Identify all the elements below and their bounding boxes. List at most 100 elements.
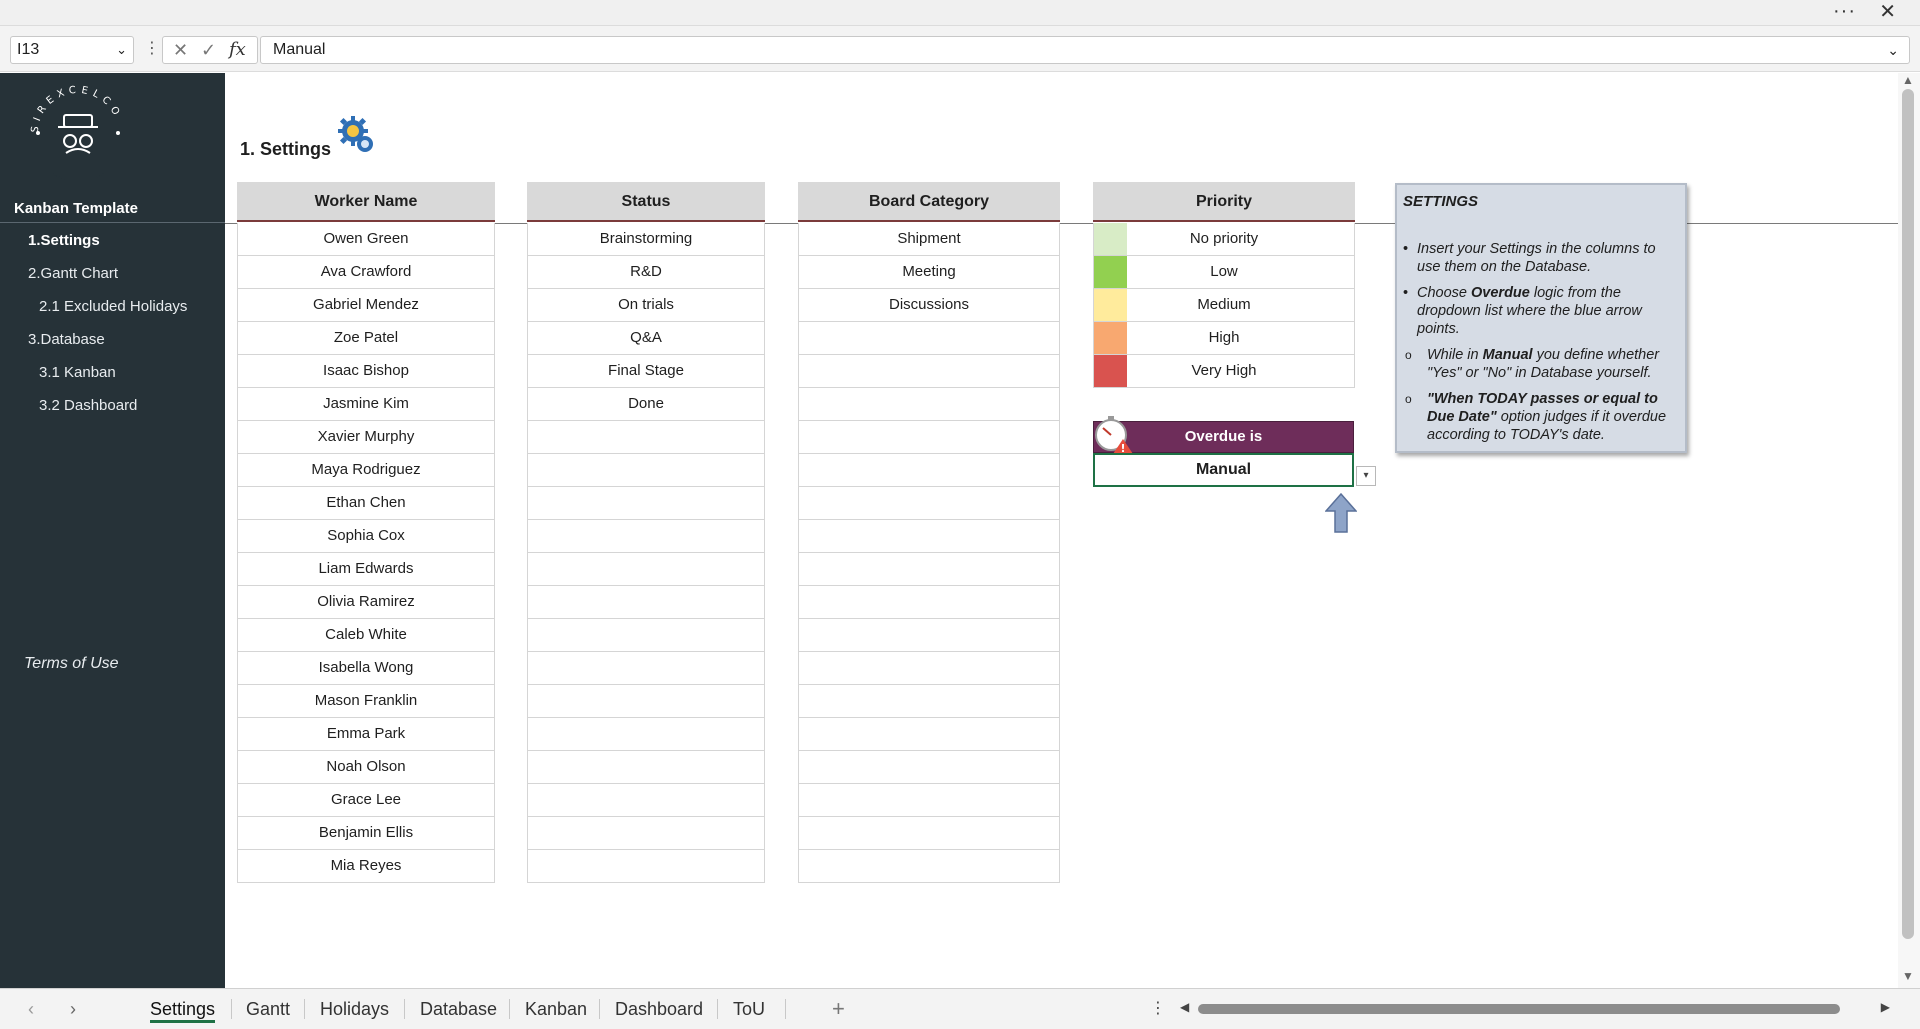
worker-name-cell[interactable]: Benjamin Ellis	[237, 817, 495, 850]
scroll-down-icon[interactable]: ▼	[1902, 969, 1914, 983]
worker-name-cell[interactable]: Mason Franklin	[237, 685, 495, 718]
board-category-header[interactable]: Board Category	[798, 182, 1060, 222]
scroll-left-icon[interactable]: ◀	[1180, 1000, 1189, 1014]
close-icon[interactable]: ✕	[1879, 0, 1896, 24]
status-cell[interactable]: Q&A	[527, 322, 765, 355]
board-category-cell[interactable]	[798, 421, 1060, 454]
chevron-down-icon[interactable]: ⌄	[116, 37, 127, 63]
previous-sheet-icon[interactable]: ‹	[28, 989, 34, 1029]
board-category-cell[interactable]	[798, 454, 1060, 487]
sheet-tab-kanban[interactable]: Kanban	[525, 989, 587, 1029]
sheet-tab-settings[interactable]: Settings	[150, 989, 216, 1029]
worker-name-cell[interactable]: Liam Edwards	[237, 553, 495, 586]
sheet-tab-holidays[interactable]: Holidays	[320, 989, 389, 1029]
overdue-selected-cell[interactable]: Manual	[1093, 453, 1354, 487]
board-category-cell[interactable]	[798, 322, 1060, 355]
horizontal-scrollbar[interactable]: ◀ ▶	[1180, 1000, 1890, 1017]
status-cell[interactable]: Brainstorming	[527, 223, 765, 256]
board-category-cell[interactable]	[798, 388, 1060, 421]
status-cell[interactable]	[527, 520, 765, 553]
worker-name-cell[interactable]: Isaac Bishop	[237, 355, 495, 388]
board-category-cell[interactable]	[798, 619, 1060, 652]
status-cell[interactable]	[527, 586, 765, 619]
worker-name-cell[interactable]: Gabriel Mendez	[237, 289, 495, 322]
board-category-cell[interactable]	[798, 718, 1060, 751]
priority-cell[interactable]: Low	[1093, 256, 1355, 289]
board-category-cell[interactable]	[798, 685, 1060, 718]
vertical-more-icon[interactable]: ⋮	[144, 36, 160, 64]
status-cell[interactable]	[527, 652, 765, 685]
board-category-cell[interactable]	[798, 553, 1060, 586]
worker-name-cell[interactable]: Isabella Wong	[237, 652, 495, 685]
worker-name-cell[interactable]: Ethan Chen	[237, 487, 495, 520]
status-cell[interactable]: On trials	[527, 289, 765, 322]
status-cell[interactable]: Final Stage	[527, 355, 765, 388]
worker-name-cell[interactable]: Olivia Ramirez	[237, 586, 495, 619]
status-header[interactable]: Status	[527, 182, 765, 222]
cancel-icon[interactable]: ✕	[173, 37, 188, 63]
dropdown-arrow-icon[interactable]: ▾	[1356, 466, 1376, 486]
status-cell[interactable]	[527, 553, 765, 586]
worker-name-cell[interactable]: Jasmine Kim	[237, 388, 495, 421]
vertical-scroll-thumb[interactable]	[1902, 89, 1914, 939]
worker-name-cell[interactable]: Maya Rodriguez	[237, 454, 495, 487]
worker-name-cell[interactable]: Sophia Cox	[237, 520, 495, 553]
worker-name-cell[interactable]: Caleb White	[237, 619, 495, 652]
worker-name-cell[interactable]: Ava Crawford	[237, 256, 495, 289]
vertical-scrollbar[interactable]: ▲ ▼	[1898, 73, 1920, 988]
sheet-tab-dashboard[interactable]: Dashboard	[615, 989, 703, 1029]
sidebar-item-excluded-holidays[interactable]: 2.1 Excluded Holidays	[39, 298, 187, 315]
next-sheet-icon[interactable]: ›	[70, 989, 76, 1029]
board-category-cell[interactable]	[798, 586, 1060, 619]
status-cell[interactable]	[527, 619, 765, 652]
board-category-cell[interactable]	[798, 652, 1060, 685]
sheet-tab-database[interactable]: Database	[420, 989, 497, 1029]
status-cell[interactable]: Done	[527, 388, 765, 421]
expand-formula-icon[interactable]: ⌄	[1887, 37, 1899, 63]
formula-input[interactable]: Manual ⌄	[260, 36, 1910, 64]
board-category-cell[interactable]	[798, 850, 1060, 883]
priority-cell[interactable]: No priority	[1093, 223, 1355, 256]
worker-name-cell[interactable]: Zoe Patel	[237, 322, 495, 355]
scroll-up-icon[interactable]: ▲	[1902, 73, 1914, 87]
sidebar-item-kanban[interactable]: 3.1 Kanban	[39, 364, 116, 381]
board-category-cell[interactable]	[798, 751, 1060, 784]
board-category-cell[interactable]	[798, 784, 1060, 817]
status-cell[interactable]	[527, 817, 765, 850]
board-category-cell[interactable]	[798, 355, 1060, 388]
enter-icon[interactable]: ✓	[201, 37, 216, 63]
status-cell[interactable]	[527, 421, 765, 454]
worker-name-cell[interactable]: Owen Green	[237, 223, 495, 256]
priority-cell[interactable]: High	[1093, 322, 1355, 355]
board-category-cell[interactable]	[798, 817, 1060, 850]
horizontal-scroll-thumb[interactable]	[1198, 1004, 1840, 1014]
sidebar-item-settings[interactable]: 1.Settings	[28, 232, 100, 249]
status-cell[interactable]	[527, 784, 765, 817]
sidebar-item-dashboard[interactable]: 3.2 Dashboard	[39, 397, 137, 414]
status-cell[interactable]	[527, 751, 765, 784]
worker-name-cell[interactable]: Xavier Murphy	[237, 421, 495, 454]
insert-function-icon[interactable]: fx	[229, 37, 246, 63]
status-cell[interactable]	[527, 487, 765, 520]
priority-header[interactable]: Priority	[1093, 182, 1355, 222]
worksheet[interactable]: 1. Settings Worker Name Owen Green Ava Cr…	[225, 73, 1898, 988]
board-category-cell[interactable]: Meeting	[798, 256, 1060, 289]
board-category-cell[interactable]: Discussions	[798, 289, 1060, 322]
board-category-cell[interactable]	[798, 520, 1060, 553]
sheet-tab-gantt[interactable]: Gantt	[246, 989, 290, 1029]
add-sheet-icon[interactable]: +	[832, 989, 845, 1029]
worker-name-cell[interactable]: Emma Park	[237, 718, 495, 751]
status-cell[interactable]: R&D	[527, 256, 765, 289]
priority-cell[interactable]: Very High	[1093, 355, 1355, 388]
scroll-right-icon[interactable]: ▶	[1881, 1000, 1890, 1014]
worker-name-cell[interactable]: Grace Lee	[237, 784, 495, 817]
status-cell[interactable]	[527, 718, 765, 751]
worker-name-header[interactable]: Worker Name	[237, 182, 495, 222]
worker-name-cell[interactable]: Mia Reyes	[237, 850, 495, 883]
name-box[interactable]: I13 ⌄	[10, 36, 134, 64]
sidebar-item-gantt-chart[interactable]: 2.Gantt Chart	[28, 265, 118, 282]
board-category-cell[interactable]: Shipment	[798, 223, 1060, 256]
status-cell[interactable]	[527, 685, 765, 718]
status-cell[interactable]	[527, 850, 765, 883]
board-category-cell[interactable]	[798, 487, 1060, 520]
